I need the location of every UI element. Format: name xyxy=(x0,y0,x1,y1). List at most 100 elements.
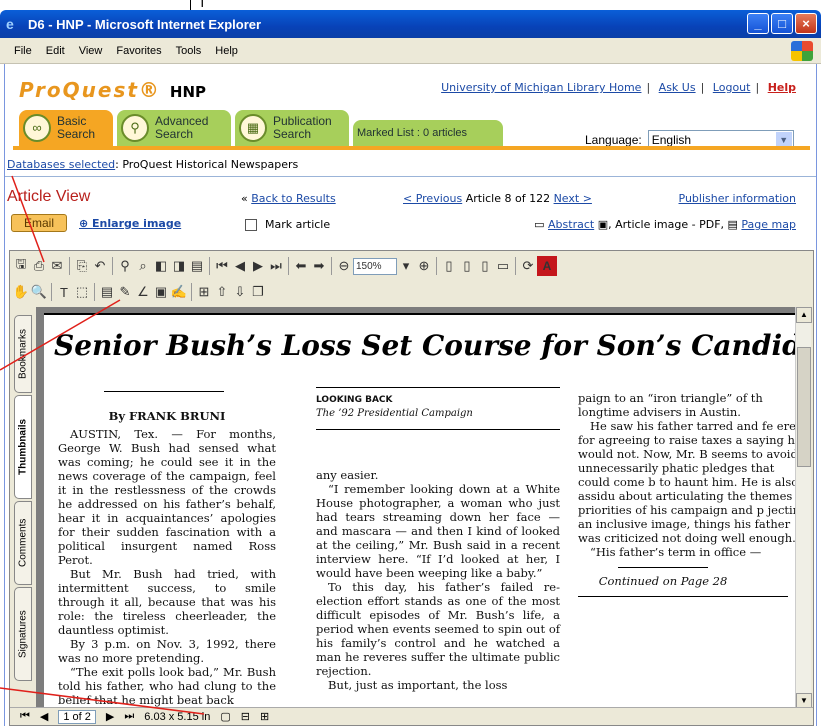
menu-help[interactable]: Help xyxy=(215,45,238,57)
stamp-icon[interactable]: ▣ xyxy=(152,284,170,300)
back-to-results: « Back to Results xyxy=(241,192,336,205)
pencil-icon[interactable]: ✎ xyxy=(116,284,134,300)
menu-file[interactable]: File xyxy=(14,45,32,57)
continuous-icon[interactable]: ⊟ xyxy=(241,710,250,723)
menu-edit[interactable]: Edit xyxy=(46,45,65,57)
copy-icon[interactable]: ⎘ xyxy=(73,258,91,274)
adobe-logo-icon[interactable]: A xyxy=(537,256,557,276)
actual-size-icon[interactable]: ▯ xyxy=(440,258,458,274)
prev-page-icon[interactable]: ◀ xyxy=(40,710,48,723)
publisher-info-link[interactable]: Publisher information xyxy=(679,192,796,205)
search-tabs: ∞ Basic Search ⚲ Advanced Search ▦ Publica… xyxy=(19,110,503,146)
paragraph: But, just as important, the loss xyxy=(328,678,508,692)
undo-icon[interactable]: ↶ xyxy=(91,258,109,274)
snapshot-icon[interactable]: ⬚ xyxy=(73,284,91,300)
previous-link[interactable]: < Previous xyxy=(403,192,462,205)
tab-advanced-search[interactable]: ⚲ Advanced Search xyxy=(117,110,231,146)
tab-comments[interactable]: Comments xyxy=(14,501,32,585)
note-icon[interactable]: ▤ xyxy=(98,284,116,300)
fit-width-icon[interactable]: ▯ xyxy=(476,258,494,274)
back-to-results-link[interactable]: Back to Results xyxy=(251,192,335,205)
close-button[interactable]: × xyxy=(795,13,817,34)
next-page-icon[interactable]: ▶ xyxy=(249,258,267,274)
menu-view[interactable]: View xyxy=(79,45,103,57)
maximize-button[interactable]: □ xyxy=(771,13,793,34)
chevron-down-icon[interactable]: ▾ xyxy=(397,258,415,274)
ask-us-link[interactable]: Ask Us xyxy=(659,81,696,94)
enlarge-image-link[interactable]: ⊕ Enlarge image xyxy=(79,217,181,230)
zoom-in-icon[interactable]: ⊕ xyxy=(415,258,433,274)
single-page-icon[interactable]: ▢ xyxy=(220,710,230,723)
proquest-logo[interactable]: ProQuest® HNP xyxy=(19,78,206,102)
newspaper-page: Senior Bush’s Loss Set Course for Son’s … xyxy=(44,313,796,709)
ie-icon: e xyxy=(6,16,14,32)
page-map-link[interactable]: Page map xyxy=(741,218,796,231)
tab-signatures[interactable]: Signatures xyxy=(14,587,32,681)
email-button[interactable]: Email xyxy=(11,214,67,232)
title-bar: e D6 - HNP - Microsoft Internet Explorer… xyxy=(0,10,821,38)
web-page: ProQuest® HNP University of Michigan Lib… xyxy=(4,64,817,726)
next-link[interactable]: Next > xyxy=(554,192,592,205)
menu-tools[interactable]: Tools xyxy=(176,45,202,57)
mark-article-checkbox[interactable] xyxy=(245,218,257,231)
zoom-input[interactable]: 150% xyxy=(353,257,397,275)
paragraph: But Mr. Bush had tried, with intermitten… xyxy=(58,567,276,637)
help-link[interactable]: Help xyxy=(768,81,796,94)
scroll-thumb[interactable] xyxy=(797,347,811,467)
prev-page-icon[interactable]: ◀ xyxy=(231,258,249,274)
page-icon[interactable]: ▤ xyxy=(188,258,206,274)
vertical-scrollbar[interactable]: ▲ ▼ xyxy=(795,307,812,709)
first-page-icon[interactable]: ⏮ xyxy=(20,710,30,723)
zoom-tool-icon[interactable]: 🔍 xyxy=(30,284,48,300)
page-map-icon: ▤ xyxy=(724,218,742,231)
tab-thumbnails[interactable]: Thumbnails xyxy=(14,395,32,499)
next-view-icon[interactable]: ◨ xyxy=(170,258,188,274)
text-select-icon[interactable]: T xyxy=(55,285,73,300)
scroll-up-icon[interactable]: ▲ xyxy=(796,307,812,323)
tab-basic-search[interactable]: ∞ Basic Search xyxy=(19,110,113,146)
minimize-button[interactable]: _ xyxy=(747,13,769,34)
viewer-toolbar-1: 🖫 ⎙ ✉ ⎘ ↶ ⚲ ⌕ ◧ ◨ ▤ ⏮ ◀ ▶ ⏭ ⬅ ➡ ⊖ 150% ▾ ⊕ ▯ ▯ ▯ ▭ ⟳ A xyxy=(12,253,557,279)
search-icon[interactable]: ⌕ xyxy=(134,258,152,274)
pages-icon[interactable]: ❐ xyxy=(249,284,267,300)
databases-selected-link[interactable]: Databases selected xyxy=(7,158,115,171)
hand-tool-icon[interactable]: ✋ xyxy=(12,284,30,300)
zoom-out-icon[interactable]: ⊖ xyxy=(335,258,353,274)
forward-icon[interactable]: ➡ xyxy=(310,258,328,274)
save-icon[interactable]: 🖫 xyxy=(12,255,30,277)
logout-link[interactable]: Logout xyxy=(713,81,751,94)
first-page-icon[interactable]: ⏮ xyxy=(213,258,231,274)
tab-publication-search[interactable]: ▦ Publication Search xyxy=(235,110,349,146)
prev-view-icon[interactable]: ◧ xyxy=(152,258,170,274)
tab-marked-list[interactable]: Marked List : 0 articles xyxy=(353,120,503,146)
paragraph: To this day, his father’s failed re-elec… xyxy=(316,580,560,678)
abstract-link[interactable]: Abstract xyxy=(548,218,594,231)
page-title: Article View xyxy=(7,188,91,205)
print-icon[interactable]: ⎙ xyxy=(30,258,48,274)
page-setup-icon[interactable]: ⊞ xyxy=(195,284,213,300)
email-icon[interactable]: ✉ xyxy=(48,258,66,274)
document-area[interactable]: Senior Bush’s Loss Set Course for Son’s … xyxy=(36,307,796,709)
library-home-link[interactable]: University of Michigan Library Home xyxy=(441,81,641,94)
last-page-icon[interactable]: ⏭ xyxy=(124,710,134,723)
find-icon[interactable]: ⚲ xyxy=(116,258,134,274)
rotate-icon[interactable]: ⟳ xyxy=(519,258,537,274)
menu-favorites[interactable]: Favorites xyxy=(116,45,161,57)
fit-page-icon[interactable]: ▯ xyxy=(458,258,476,274)
page-indicator[interactable]: 1 of 2 xyxy=(58,709,96,724)
reflow-icon[interactable]: ▭ xyxy=(494,258,512,274)
page-up-icon[interactable]: ⇧ xyxy=(213,284,231,300)
viewer-side-tabs: Bookmarks Thumbnails Comments Signatures xyxy=(12,309,34,705)
facing-icon[interactable]: ⊞ xyxy=(260,710,269,723)
next-page-icon[interactable]: ▶ xyxy=(106,710,114,723)
databases-selected: Databases selected: ProQuest Historical … xyxy=(7,158,299,171)
format-links: ▭ Abstract ▣, Article image - PDF, ▤ Pag… xyxy=(534,218,796,231)
sign-icon[interactable]: ✍ xyxy=(170,284,188,300)
page-down-icon[interactable]: ⇩ xyxy=(231,284,249,300)
tab-bookmarks[interactable]: Bookmarks xyxy=(14,315,32,393)
line-icon[interactable]: ∠ xyxy=(134,284,152,300)
back-icon[interactable]: ⬅ xyxy=(292,258,310,274)
last-page-icon[interactable]: ⏭ xyxy=(267,258,285,274)
paragraph: any easier. xyxy=(316,468,379,482)
box-title: LOOKING BACK xyxy=(316,395,393,405)
